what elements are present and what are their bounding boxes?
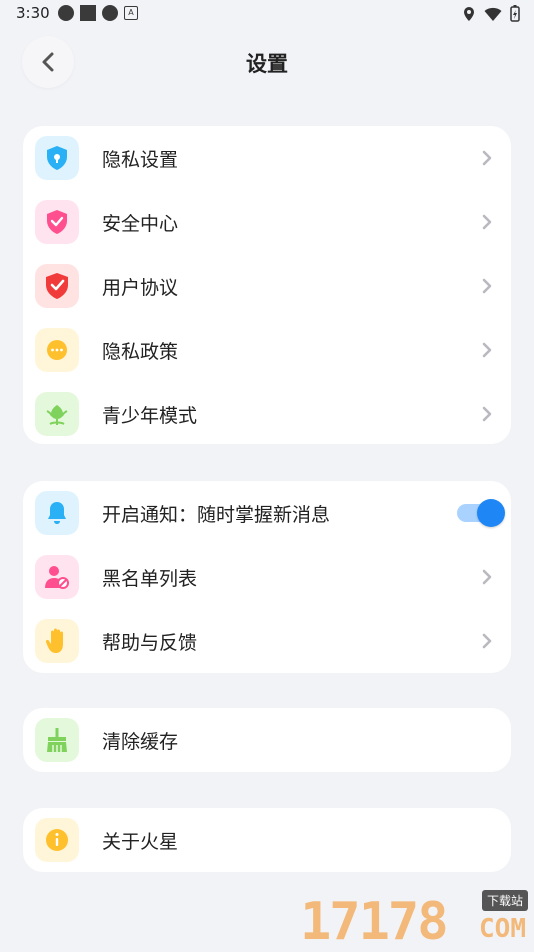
chevron-right-icon: [482, 342, 492, 358]
location-icon: [464, 6, 474, 21]
settings-item-notifications: 开启通知：随时掌握新消息: [23, 481, 511, 545]
page-title: 设置: [246, 52, 288, 76]
shield-lock-icon: [35, 136, 79, 180]
settings-item-label: 青少年模式: [102, 405, 198, 427]
info-icon: [35, 818, 79, 862]
settings-circle-icon: [58, 5, 74, 21]
chevron-right-icon: [482, 278, 492, 294]
status-bar: 3:30 A: [0, 0, 534, 28]
chevron-right-icon: [482, 569, 492, 585]
broom-icon: [35, 718, 79, 762]
settings-item-label: 关于火星: [102, 831, 179, 853]
chevron-right-icon: [482, 150, 492, 166]
settings-item-label: 帮助与反馈: [102, 632, 198, 654]
settings-item-privacy-policy[interactable]: 隐私政策: [23, 318, 511, 382]
user-block-icon: [35, 555, 79, 599]
battery-icon: [510, 5, 520, 22]
watermark-suffix: COM: [479, 914, 526, 944]
settings-item-label: 黑名单列表: [102, 568, 198, 590]
shield-tick-icon: [35, 264, 79, 308]
notification-toggle[interactable]: [455, 499, 505, 527]
settings-item-label: 隐私政策: [102, 341, 179, 363]
settings-item-help-feedback[interactable]: 帮助与反馈: [23, 609, 511, 673]
settings-item-label: 清除缓存: [102, 731, 179, 753]
page-header: 设置: [0, 34, 534, 92]
settings-item-privacy-settings[interactable]: 隐私设置: [23, 126, 511, 190]
sprout-icon: [35, 392, 79, 436]
status-left-icons: A: [58, 5, 138, 21]
settings-item-user-agreement[interactable]: 用户协议: [23, 254, 511, 318]
settings-group-cache: 清除缓存: [23, 708, 511, 772]
text-a-icon: A: [124, 6, 138, 20]
watermark-number: 17178: [300, 892, 449, 952]
settings-item-label: 开启通知：随时掌握新消息: [102, 504, 331, 526]
settings-item-blacklist[interactable]: 黑名单列表: [23, 545, 511, 609]
status-right-icons: [462, 5, 520, 22]
settings-item-label: 用户协议: [102, 277, 179, 299]
settings-group-about: 关于火星: [23, 808, 511, 872]
bell-icon: [35, 491, 79, 535]
settings-item-label: 隐私设置: [102, 149, 179, 171]
wifi-icon: [484, 7, 502, 21]
hand-icon: [35, 619, 79, 663]
settings-group-main: 隐私设置 安全中心 用户协议 隐私政策 青少年模式: [23, 126, 511, 444]
chevron-right-icon: [482, 406, 492, 422]
chat-bubble-icon: [35, 328, 79, 372]
settings-item-security-center[interactable]: 安全中心: [23, 190, 511, 254]
chevron-right-icon: [482, 214, 492, 230]
settings-item-teen-mode[interactable]: 青少年模式: [23, 382, 511, 446]
shield-check-icon: [35, 200, 79, 244]
settings-group-notifications: 开启通知：随时掌握新消息 黑名单列表 帮助与反馈: [23, 481, 511, 673]
toggle-knob: [477, 499, 505, 527]
status-time: 3:30: [16, 4, 50, 22]
settings-item-label: 安全中心: [102, 213, 179, 235]
chevron-right-icon: [482, 633, 492, 649]
watermark-tag: 下载站: [481, 890, 528, 911]
settings-circle-icon: [102, 5, 118, 21]
settings-item-clear-cache[interactable]: 清除缓存: [23, 708, 511, 772]
stop-square-icon: [80, 5, 96, 21]
settings-item-about[interactable]: 关于火星: [23, 808, 511, 872]
watermark-logo: 17178 下载站 COM: [300, 888, 530, 948]
